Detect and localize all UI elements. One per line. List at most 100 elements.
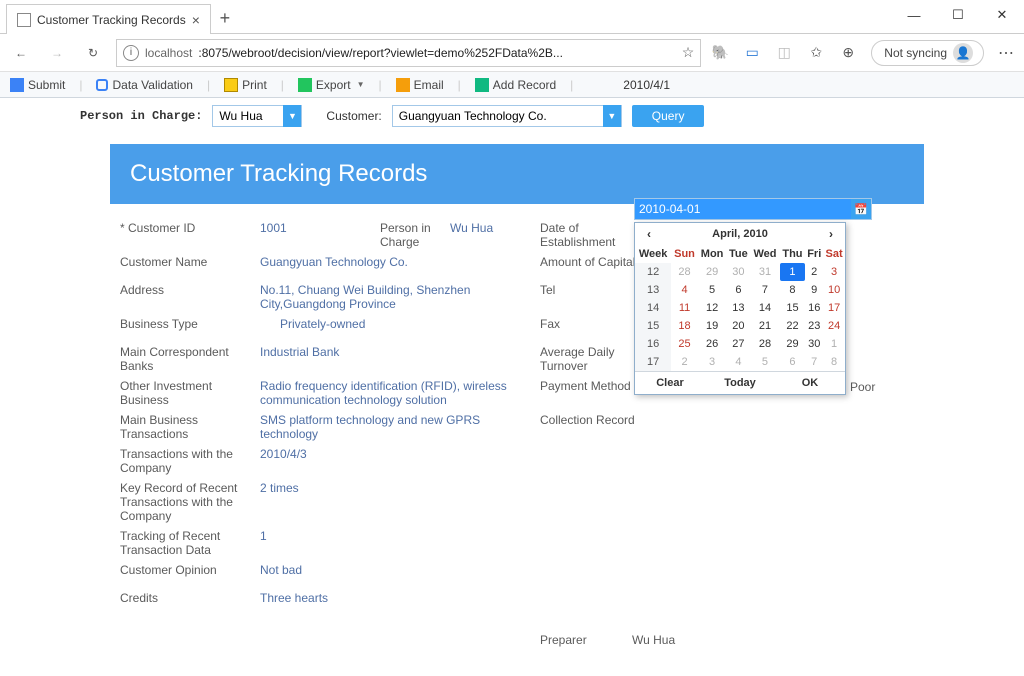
calendar-day[interactable]: 27 xyxy=(726,335,750,353)
calendar-day[interactable]: 13 xyxy=(726,299,750,317)
evernote-extension-icon[interactable]: 🐘 xyxy=(711,44,729,62)
print-icon xyxy=(224,78,238,92)
calendar-day[interactable]: 16 xyxy=(805,299,823,317)
calendar-day[interactable]: 30 xyxy=(805,335,823,353)
calendar-popup: ‹ April, 2010 › Week Sun Mon Tue Wed Thu… xyxy=(634,222,846,395)
person-in-charge-input[interactable] xyxy=(213,106,283,126)
calendar-day[interactable]: 6 xyxy=(726,281,750,299)
reading-list-icon[interactable]: ▭ xyxy=(743,44,761,62)
calendar-week-number: 15 xyxy=(635,317,671,335)
credits-value: Three hearts xyxy=(260,588,540,608)
calendar-day[interactable]: 1 xyxy=(780,263,806,281)
calendar-ok-button[interactable]: OK xyxy=(775,372,845,394)
page-title: Customer Tracking Records xyxy=(110,144,924,204)
calendar-day[interactable]: 28 xyxy=(750,335,779,353)
calendar-day[interactable]: 17 xyxy=(823,299,845,317)
query-button[interactable]: Query xyxy=(632,105,705,127)
submit-button[interactable]: Submit xyxy=(6,78,69,92)
calendar-day[interactable]: 23 xyxy=(805,317,823,335)
profile-avatar-icon: 👤 xyxy=(953,43,973,63)
print-button[interactable]: Print xyxy=(220,78,271,92)
new-tab-button[interactable]: + xyxy=(211,4,239,32)
main-banks-label: Main Correspondent Banks xyxy=(120,342,260,376)
calendar-icon[interactable]: 📅 xyxy=(851,199,871,219)
window-maximize-button[interactable]: ☐ xyxy=(936,0,980,30)
date-establishment-input[interactable]: 📅 xyxy=(634,198,872,220)
profile-sync-button[interactable]: Not syncing 👤 xyxy=(871,40,984,66)
calendar-month-label: April, 2010 xyxy=(712,228,768,240)
calendar-day[interactable]: 7 xyxy=(805,353,823,371)
customer-dropdown[interactable]: ▼ xyxy=(392,105,622,127)
forward-button[interactable]: → xyxy=(44,40,70,66)
payment-method-label: Payment Method xyxy=(540,376,640,396)
calendar-day[interactable]: 5 xyxy=(698,281,727,299)
calendar-day[interactable]: 22 xyxy=(780,317,806,335)
email-button[interactable]: Email xyxy=(392,78,448,92)
calendar-day[interactable]: 20 xyxy=(726,317,750,335)
calendar-day[interactable]: 3 xyxy=(698,353,727,371)
calendar-day[interactable]: 21 xyxy=(750,317,779,335)
tab-close-icon[interactable]: × xyxy=(192,12,200,28)
avg-turnover-label: Average Daily Turnover xyxy=(540,342,640,376)
calendar-clear-button[interactable]: Clear xyxy=(635,372,705,394)
calendar-day[interactable]: 19 xyxy=(698,317,727,335)
fax-label: Fax xyxy=(540,314,640,334)
calendar-day[interactable]: 4 xyxy=(671,281,697,299)
calendar-day[interactable]: 8 xyxy=(823,353,845,371)
favorite-icon[interactable]: ☆ xyxy=(682,44,695,61)
calendar-day[interactable]: 8 xyxy=(780,281,806,299)
person-in-charge-dropdown[interactable]: ▼ xyxy=(212,105,302,127)
favorites-icon[interactable]: ✩ xyxy=(807,44,825,62)
calendar-day[interactable]: 18 xyxy=(671,317,697,335)
calendar-day[interactable]: 15 xyxy=(780,299,806,317)
site-info-icon[interactable]: i xyxy=(123,45,139,61)
customer-name-label: Customer Name xyxy=(120,252,260,272)
calendar-day[interactable]: 11 xyxy=(671,299,697,317)
calendar-day[interactable]: 31 xyxy=(750,263,779,281)
calendar-day[interactable]: 30 xyxy=(726,263,750,281)
add-record-button[interactable]: Add Record xyxy=(471,78,560,92)
calendar-day[interactable]: 28 xyxy=(671,263,697,281)
calendar-day[interactable]: 9 xyxy=(805,281,823,299)
date-input-field[interactable] xyxy=(635,199,851,219)
calendar-day[interactable]: 25 xyxy=(671,335,697,353)
calendar-dow-sat: Sat xyxy=(823,245,845,263)
data-validation-button[interactable]: Data Validation xyxy=(92,78,197,92)
address-bar[interactable]: i localhost:8075/webroot/decision/view/r… xyxy=(116,39,701,67)
calendar-day[interactable]: 12 xyxy=(698,299,727,317)
back-button[interactable]: ← xyxy=(8,40,34,66)
calendar-day[interactable]: 2 xyxy=(805,263,823,281)
calendar-day[interactable]: 24 xyxy=(823,317,845,335)
calendar-day[interactable]: 6 xyxy=(780,353,806,371)
window-minimize-button[interactable]: — xyxy=(892,0,936,30)
window-close-button[interactable]: ✕ xyxy=(980,0,1024,30)
tracking-value: 1 xyxy=(260,526,540,546)
page-icon xyxy=(17,13,31,27)
dropdown-arrow-icon[interactable]: ▼ xyxy=(283,105,301,127)
calendar-day[interactable]: 3 xyxy=(823,263,845,281)
more-menu-button[interactable]: ⋯ xyxy=(998,43,1016,63)
calendar-prev-button[interactable]: ‹ xyxy=(643,227,655,241)
dropdown-arrow-icon[interactable]: ▼ xyxy=(603,105,621,127)
calendar-day[interactable]: 4 xyxy=(726,353,750,371)
browser-tab[interactable]: Customer Tracking Records × xyxy=(6,4,211,34)
calendar-next-button[interactable]: › xyxy=(825,227,837,241)
extension-icon[interactable]: ◫ xyxy=(775,44,793,62)
calendar-day[interactable]: 29 xyxy=(698,263,727,281)
calendar-day[interactable]: 14 xyxy=(750,299,779,317)
calendar-day[interactable]: 29 xyxy=(780,335,806,353)
calendar-day[interactable]: 7 xyxy=(750,281,779,299)
calendar-day[interactable]: 2 xyxy=(671,353,697,371)
collections-icon[interactable]: ⊕ xyxy=(839,44,857,62)
calendar-day[interactable]: 26 xyxy=(698,335,727,353)
calendar-today-button[interactable]: Today xyxy=(705,372,775,394)
export-button[interactable]: Export▼ xyxy=(294,78,369,92)
refresh-button[interactable]: ↻ xyxy=(80,40,106,66)
calendar-day[interactable]: 5 xyxy=(750,353,779,371)
opinion-value: Not bad xyxy=(260,560,540,580)
calendar-day[interactable]: 1 xyxy=(823,335,845,353)
calendar-day[interactable]: 10 xyxy=(823,281,845,299)
url-path: :8075/webroot/decision/view/report?viewl… xyxy=(198,46,563,60)
person-in-charge-value: Wu Hua xyxy=(450,218,540,238)
customer-input[interactable] xyxy=(393,106,603,126)
